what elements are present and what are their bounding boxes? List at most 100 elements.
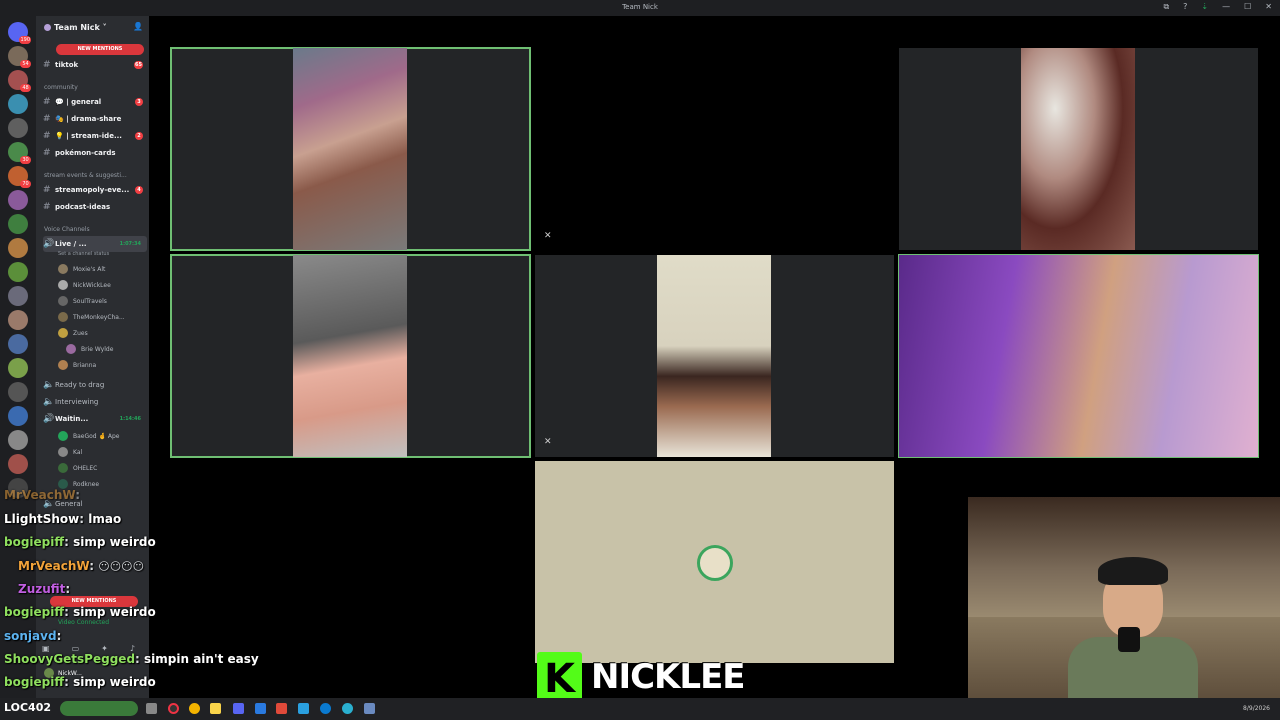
channel-stream-ideas[interactable]: # 💡 | stream-ide... 2 (43, 128, 147, 144)
server-avatar-icon (44, 24, 51, 31)
chrome-icon[interactable] (189, 703, 200, 714)
server-icon[interactable]: 48 (8, 70, 31, 92)
hash-icon: # (43, 114, 51, 124)
avatar (58, 463, 68, 473)
server-icon[interactable] (8, 286, 28, 306)
channel-streamopoly[interactable]: # streamopoly-eve... 4 (43, 182, 147, 198)
server-icon[interactable]: 54 (8, 46, 31, 68)
hash-icon: # (43, 97, 51, 107)
category-community[interactable]: community (44, 84, 78, 91)
voice-channel-ready[interactable]: 🔈 Ready to drag (43, 377, 147, 393)
video-feed (293, 48, 407, 250)
server-icon[interactable] (8, 262, 28, 282)
voice-channel-waiting[interactable]: 🔊 Waitin... 1:14:46 (43, 411, 147, 427)
speaker-icon: 🔈 (43, 397, 55, 407)
task-view-icon[interactable] (146, 703, 157, 714)
kick-logo: K (537, 652, 582, 702)
home-icon[interactable]: 190 (8, 22, 31, 44)
video-tile[interactable] (898, 254, 1259, 458)
maximize-icon[interactable]: ☐ (1244, 2, 1251, 12)
video-tile[interactable] (170, 254, 531, 458)
video-feed (657, 255, 771, 457)
voice-member[interactable]: NickWickLee (58, 278, 111, 292)
video-tile[interactable]: ✕ (535, 255, 894, 457)
chat-message: MrVeachW: 😶😶😶😶 (18, 559, 145, 573)
server-icon[interactable] (8, 454, 28, 474)
help-icon[interactable]: ? (1183, 2, 1187, 12)
server-icon[interactable] (8, 118, 28, 138)
channel-drama-share[interactable]: # 🎭 | drama-share (43, 111, 147, 127)
channel-status-hint[interactable]: Set a channel status (58, 251, 109, 257)
channel-general[interactable]: # 💬 | general 3 (43, 94, 147, 110)
video-connected-status: Video Connected (58, 619, 110, 626)
download-icon[interactable]: ⇣ (1201, 2, 1208, 12)
voice-member[interactable]: Brie Wylde (66, 342, 113, 356)
voice-member[interactable]: Kal (58, 445, 82, 459)
voice-member[interactable]: TheMonkeyCha... (58, 310, 125, 324)
new-mentions-pill[interactable]: NEW MENTIONS (56, 44, 144, 55)
category-voice[interactable]: Voice Channels (44, 226, 90, 233)
avatar (58, 447, 68, 457)
taskbar-widget[interactable] (60, 701, 138, 716)
close-icon[interactable]: ✕ (1265, 2, 1272, 12)
category-stream-events[interactable]: stream events & suggesti... (44, 172, 127, 179)
avatar (58, 296, 68, 306)
muted-icon: ✕ (544, 231, 552, 241)
speaker-icon: 🔊 (43, 414, 55, 424)
edge-icon[interactable] (320, 703, 331, 714)
video-feed (899, 255, 1258, 457)
video-tile[interactable] (899, 48, 1258, 250)
video-feed (1021, 48, 1135, 250)
obs-icon[interactable] (168, 703, 179, 714)
add-member-icon[interactable]: 👤 (133, 22, 143, 31)
inbox-icon[interactable]: ⧉ (1163, 2, 1169, 12)
server-icon[interactable] (8, 94, 28, 114)
server-header[interactable]: Team Nick ˅ 👤 (36, 16, 149, 40)
voice-member[interactable]: SoulTravels (58, 294, 107, 308)
server-icon[interactable] (8, 358, 28, 378)
avatar (58, 328, 68, 338)
server-icon[interactable]: 30 (8, 142, 31, 164)
voice-member[interactable]: Moxie's Alt (58, 262, 105, 276)
server-icon[interactable] (8, 334, 28, 354)
hash-icon: # (43, 185, 51, 195)
chat-message: bogiepiff: simp weirdo (4, 605, 156, 619)
voice-channel-interviewing[interactable]: 🔈 Interviewing (43, 394, 147, 410)
server-icon[interactable] (8, 238, 28, 258)
app-icon[interactable] (364, 703, 375, 714)
browser-icon[interactable] (342, 703, 353, 714)
server-icon[interactable] (8, 214, 28, 234)
speaker-icon: 🔈 (43, 380, 55, 390)
channel-podcast-ideas[interactable]: # podcast-ideas (43, 199, 147, 215)
hash-icon: # (43, 131, 51, 141)
minimize-icon[interactable]: — (1222, 2, 1230, 12)
app-icon[interactable] (255, 703, 266, 714)
channel-pokemon-cards[interactable]: # pokémon-cards (43, 145, 147, 161)
server-icon[interactable] (8, 406, 28, 426)
server-icon[interactable] (8, 190, 28, 210)
avatar (58, 431, 68, 441)
voice-member[interactable]: Zues (58, 326, 88, 340)
video-tile[interactable] (170, 47, 531, 251)
folder-icon[interactable] (210, 703, 221, 714)
voice-member[interactable]: BaeGod 🤞 Ape (58, 429, 120, 443)
app-icon[interactable] (298, 703, 309, 714)
streamer-webcam (968, 497, 1280, 707)
avatar (58, 360, 68, 370)
discord-icon[interactable] (233, 703, 244, 714)
channel-tiktok[interactable]: # tiktok 65 (43, 57, 147, 73)
avatar (697, 545, 733, 581)
avatar (66, 344, 76, 354)
server-icon[interactable] (8, 382, 28, 402)
stream-counter: LOC402 (4, 701, 52, 714)
video-feed (293, 255, 407, 457)
hash-icon: # (43, 148, 51, 158)
voice-channel-live[interactable]: 🔊 Live / ... 1:07:34 (43, 236, 147, 252)
audio-only-tile[interactable] (535, 461, 894, 663)
voice-member[interactable]: Brianna (58, 358, 96, 372)
voice-member[interactable]: OHELEC (58, 461, 97, 475)
server-icon[interactable]: 70 (8, 166, 31, 188)
app-icon[interactable] (276, 703, 287, 714)
server-icon[interactable] (8, 310, 28, 330)
server-icon[interactable] (8, 430, 28, 450)
